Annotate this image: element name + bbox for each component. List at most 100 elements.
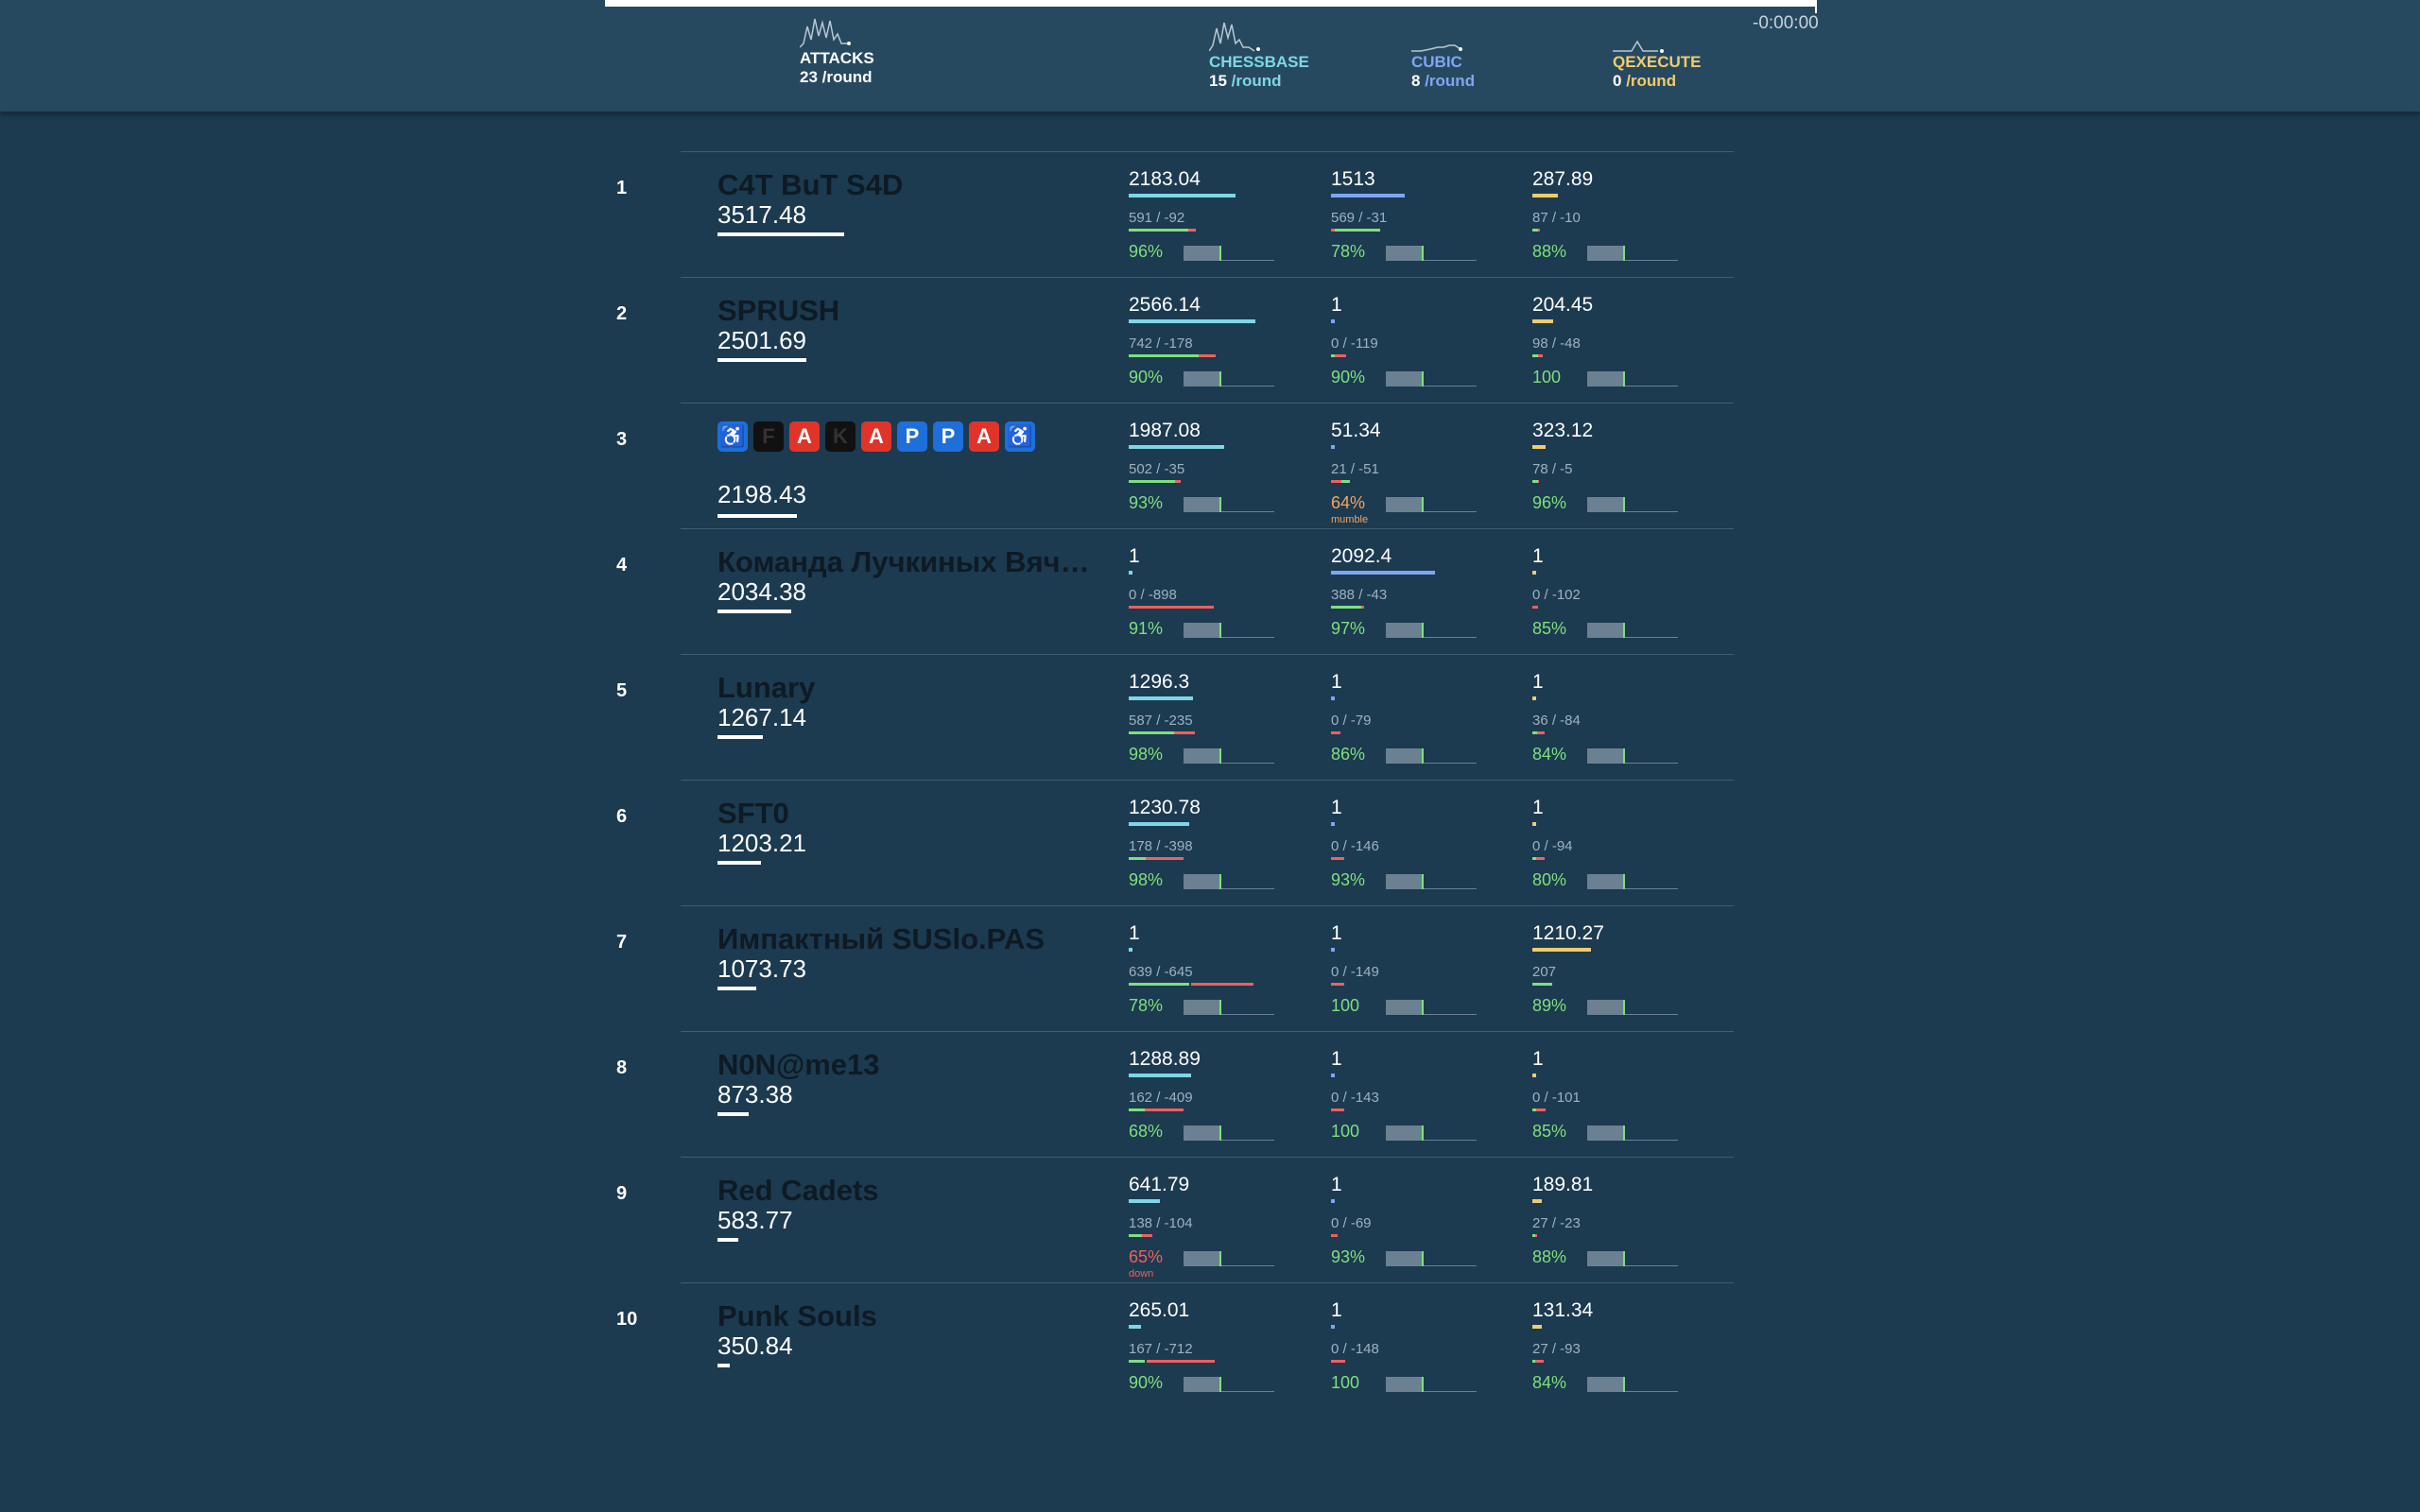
service-sla: 90% [1129,1373,1164,1392]
sla-history [1386,998,1477,1015]
flags-lost-bar [1331,1234,1338,1237]
team-name[interactable]: Lunary [717,671,1105,705]
flags-lost-bar [1331,857,1344,860]
team-name[interactable]: C4T BuT S4D [717,168,1105,202]
emoji-badge: K [825,421,856,452]
flags-lost-bar [1188,229,1196,232]
sla-history [1587,872,1678,889]
flags-lost-bar [1146,857,1184,860]
flags-lost-bar [1174,731,1195,734]
service-points-bar [1129,194,1236,198]
qexecute-label: QEXECUTE [1613,53,1702,71]
team-name[interactable]: SFT0 [717,797,1105,831]
scoreboard-header: -0:00:00 ATTACKS 23 /round CHESSBASE 15 … [0,0,2420,112]
sla-history-tick [1623,1251,1625,1266]
service-points: 1 [1331,797,1342,818]
sla-history-block [1587,1125,1623,1141]
sla-history-block [1184,246,1219,261]
sla-history-block [1386,1251,1422,1266]
service-cell: 189.81 27 / -23 88% [1532,1174,1721,1278]
service-sla: 100 [1532,368,1562,387]
sla-history-block [1386,623,1422,638]
service-points: 131.34 [1532,1299,1594,1321]
sla-history [1386,621,1477,638]
sla-history-block [1184,1000,1219,1015]
service-flags: 388 / -43 [1331,587,1388,603]
emoji-badge: ♿ [1005,421,1035,452]
sla-history-block [1587,1377,1623,1392]
sla-history-block [1386,497,1422,512]
round-progress-bar [605,0,1817,7]
sla-history-block [1386,874,1422,889]
service-points: 1513 [1331,168,1375,190]
flags-gained-bar [1129,983,1189,986]
service-points-bar [1532,1199,1542,1203]
service-cell: 1 0 / -149 100 [1331,922,1520,1026]
flags-lost-bar [1331,731,1340,734]
service-cell: 2183.04 591 / -92 96% [1129,168,1318,272]
team-score-bar [717,987,756,990]
sla-history-block [1184,748,1219,764]
team-score-bar [717,358,806,362]
sla-history [1587,1124,1678,1141]
service-cell: 1288.89 162 / -409 68% [1129,1048,1318,1152]
sla-history-tick [1422,1000,1424,1015]
sla-history-tick [1422,623,1424,638]
service-points-bar [1331,194,1405,198]
team-score: 3517.48 [717,200,806,229]
attacks-label: ATTACKS [800,49,874,67]
team-row: 6 SFT0 1203.21 1230.78 178 / -398 98% 1 0 / -14… [0,780,2420,905]
service-cell: 2566.14 742 / -178 90% [1129,294,1318,398]
row-divider [681,528,1734,529]
service-points: 2566.14 [1129,294,1201,316]
service-points: 1 [1331,1299,1342,1321]
service-sla: 97% [1331,619,1366,638]
team-name[interactable]: Punk Souls [717,1299,1105,1333]
team-name[interactable]: SPRUSH [717,294,1105,328]
service-points: 323.12 [1532,420,1594,441]
team-name[interactable]: Команда Лучкиных Вячеслава [717,545,1105,579]
team-name[interactable]: N0N@me13 [717,1048,1105,1082]
sla-history-tick [1623,497,1625,512]
service-points-bar [1532,1074,1536,1077]
service-sla: 96% [1532,493,1567,512]
service-cell: 51.34 21 / -51 64% mumble [1331,420,1520,525]
flags-gained-bar [1129,354,1199,357]
round-timer: -0:00:00 [1753,13,1819,33]
qexecute-rate: 0 /round [1613,72,1677,90]
service-points-bar [1331,696,1335,700]
sla-history-tick [1219,371,1221,387]
service-points-bar [1129,696,1193,700]
cubic-rate: 8 /round [1411,72,1476,90]
service-sla: 85% [1532,1122,1567,1141]
team-name[interactable]: Импактный SUSlo.PAS [717,922,1105,956]
sla-history-tick [1219,623,1221,638]
service-flags: 742 / -178 [1129,335,1193,352]
team-row: 1 C4T BuT S4D 3517.48 2183.04 591 / -92 96% 15… [0,151,2420,277]
service-cell: 1296.3 587 / -235 98% [1129,671,1318,775]
team-name-emoji[interactable]: ♿ F A K A P P A ♿ [717,421,1035,452]
service-sla: 93% [1129,493,1164,512]
service-flags: 0 / -102 [1532,587,1581,603]
sla-history [1386,1375,1477,1392]
service-flags: 138 / -104 [1129,1215,1193,1231]
sla-history-block [1587,246,1623,261]
service-sla: 90% [1129,368,1164,387]
service-status: mumble [1331,514,1369,525]
service-points-bar [1331,445,1335,449]
row-divider [681,151,1734,152]
sla-history-block [1184,1251,1219,1266]
service-points: 1987.08 [1129,420,1201,441]
team-score-bar [717,861,761,865]
service-cell: 204.45 98 / -48 100 [1532,294,1721,398]
row-divider [681,277,1734,278]
team-score: 583.77 [717,1206,793,1234]
service-flags: 167 / -712 [1129,1341,1193,1357]
team-score-bar [717,514,797,518]
team-row: 5 Lunary 1267.14 1296.3 587 / -235 98% 1 0 / -7… [0,654,2420,780]
emoji-badge: A [861,421,891,452]
sla-history-tick [1422,874,1424,889]
team-name[interactable]: Red Cadets [717,1174,1105,1208]
sla-history-block [1587,497,1623,512]
service-points: 1 [1532,545,1544,567]
